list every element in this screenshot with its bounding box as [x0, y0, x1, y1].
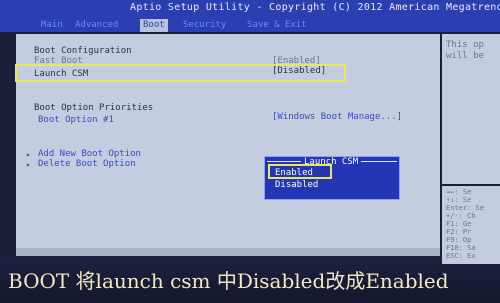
tab-main[interactable]: Main	[38, 19, 66, 32]
instruction-caption: BOOT 将launch csm 中Disabled改成Enabled	[8, 269, 449, 293]
key-row: F2: Pr	[446, 228, 472, 236]
key-row: F1: Ge	[446, 220, 472, 228]
boot-option-1-value[interactable]: [Windows Boot Manage...]	[272, 112, 402, 123]
key-row: ESC: Ex	[446, 252, 476, 260]
key-row: F9: Op	[446, 236, 472, 244]
tab-boot[interactable]: Boot	[140, 19, 168, 32]
delete-option-arrow-icon: ▸	[26, 160, 31, 169]
tab-advanced[interactable]: Advanced	[72, 19, 121, 32]
key-row: Enter: Se	[446, 204, 484, 212]
key-row: F10: Sa	[446, 244, 476, 252]
boot-option-1-label[interactable]: Boot Option #1	[38, 115, 114, 126]
tab-security[interactable]: Security	[180, 19, 229, 32]
help-line-1: This op	[446, 40, 484, 50]
popup-option-disabled[interactable]: Disabled	[275, 180, 318, 191]
key-row: ↑↓: Se	[446, 196, 472, 204]
tab-save-exit[interactable]: Save & Exit	[244, 19, 310, 32]
panel-shadow	[16, 248, 440, 256]
window-title: Aptio Setup Utility - Copyright (C) 2012…	[130, 2, 500, 13]
title-bar: Aptio Setup Utility - Copyright (C) 2012…	[0, 0, 500, 19]
delete-boot-option[interactable]: Delete Boot Option	[38, 159, 136, 170]
launch-csm-highlight	[15, 64, 346, 82]
help-line-2: will be	[446, 51, 484, 61]
key-row: +/-: Ch	[446, 212, 476, 220]
add-option-arrow-icon: ▸	[26, 150, 31, 159]
key-row: →←: Se	[446, 188, 472, 196]
enabled-highlight	[268, 164, 332, 179]
menu-bar: Main Advanced Boot Security Save & Exit	[0, 19, 500, 32]
priorities-title: Boot Option Priorities	[34, 103, 154, 113]
